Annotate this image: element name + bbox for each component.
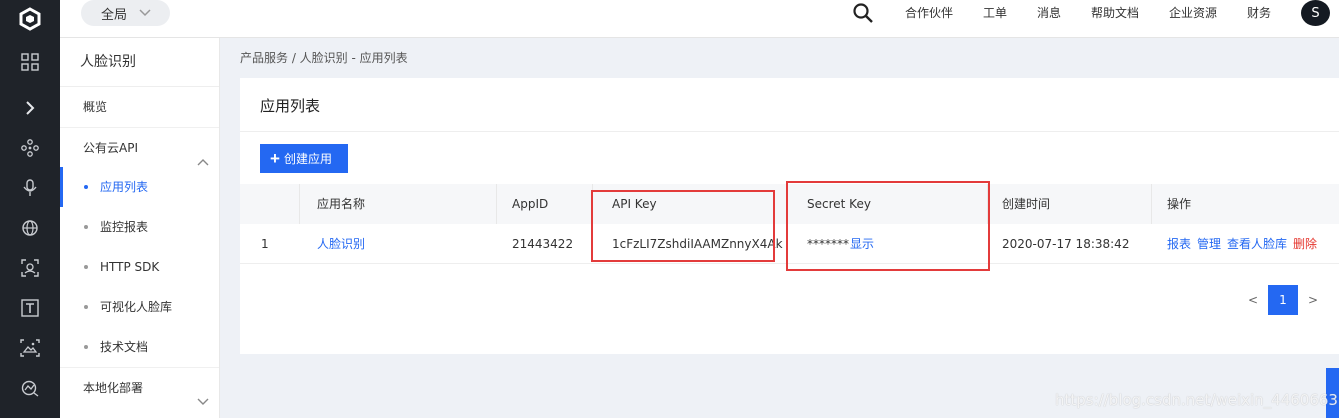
bullet-icon [84, 345, 88, 349]
api-key-value: 1cFzLI7ZshdiIAAMZnnyX4Ak [612, 237, 783, 251]
row-index: 1 [261, 237, 269, 251]
divider [240, 131, 1339, 132]
view-face-library-link[interactable]: 查看人脸库 [1227, 237, 1287, 251]
face-scan-icon[interactable] [0, 248, 60, 288]
table-row: 1 人脸识别 21443422 1cFzLI7ZshdiIAAMZnnyX4Ak… [240, 224, 1339, 264]
icon-rail [0, 38, 60, 418]
column-header-appid: AppID [512, 197, 549, 211]
pagination-prev[interactable]: < [1243, 285, 1263, 315]
app-id-value: 21443422 [512, 237, 574, 251]
column-header-created: 创建时间 [1002, 197, 1051, 211]
table-header: 应用名称 AppID API Key Secret Key 创建时间 操作 [240, 184, 1339, 224]
app-name-link[interactable]: 人脸识别 [317, 224, 365, 264]
grid-icon[interactable] [0, 42, 60, 82]
secret-key-masked: ******* [807, 237, 849, 251]
sidebar-group-local-deploy[interactable]: 本地化部署 [60, 367, 219, 407]
column-divider [787, 184, 788, 224]
breadcrumb: 产品服务 / 人脸识别 - 应用列表 [240, 51, 408, 65]
sidebar-item-app-list[interactable]: 应用列表 [60, 167, 219, 207]
bullet-icon [84, 265, 88, 269]
top-bar: 全局 合作伙伴 工单 消息 帮助文档 企业资源 财务 S [0, 0, 1339, 38]
show-secret-link[interactable]: 显示 [850, 224, 874, 264]
nav-messages[interactable]: 消息 [1037, 4, 1061, 21]
sidebar-group-public-api[interactable]: 公有云API [60, 127, 219, 167]
pagination-page-1[interactable]: 1 [1268, 285, 1298, 315]
page-title: 应用列表 [260, 97, 321, 115]
create-app-button[interactable]: + 创建应用 [260, 144, 348, 173]
watermark: https://blog.csdn.net/weixin_44606638 [1055, 391, 1339, 409]
sidebar-group-label: 本地化部署 [83, 381, 144, 395]
nav-partners[interactable]: 合作伙伴 [905, 4, 953, 21]
search-icon[interactable] [852, 2, 874, 24]
nav-enterprise-resources[interactable]: 企业资源 [1169, 4, 1217, 21]
analytics-icon[interactable] [0, 368, 60, 408]
pagination-next[interactable]: > [1303, 285, 1323, 315]
sidebar-item-label: HTTP SDK [100, 260, 160, 274]
column-divider [299, 184, 300, 224]
bullet-icon [84, 305, 88, 309]
expand-icon[interactable] [0, 88, 60, 128]
sidebar-item-label: 可视化人脸库 [100, 300, 173, 314]
bullet-icon [84, 225, 88, 229]
create-app-label: 创建应用 [283, 152, 332, 166]
sidebar-item-label: 应用列表 [100, 180, 149, 194]
column-header-actions: 操作 [1167, 197, 1192, 211]
product-sidebar: 人脸识别 概览 公有云API 应用列表 监控报表 HTTP SDK 可视化人脸库… [60, 38, 220, 418]
globe-icon[interactable] [0, 208, 60, 248]
sidebar-title: 人脸识别 [60, 38, 219, 87]
app-list-panel: 应用列表 + 创建应用 应用名称 AppID API Key Secret Ke… [240, 78, 1339, 354]
region-label: 全局 [101, 7, 128, 23]
cluster-icon[interactable] [0, 128, 60, 168]
manage-link[interactable]: 管理 [1197, 237, 1221, 251]
nav-tickets[interactable]: 工单 [983, 4, 1007, 21]
avatar[interactable]: S [1301, 0, 1330, 26]
nav-finance[interactable]: 财务 [1247, 4, 1271, 21]
report-link[interactable]: 报表 [1167, 237, 1191, 251]
nav-help-docs[interactable]: 帮助文档 [1091, 4, 1139, 21]
column-header-api-key: API Key [612, 197, 657, 211]
region-selector[interactable]: 全局 [81, 0, 170, 26]
column-divider [987, 184, 988, 224]
column-divider [496, 184, 497, 224]
text-recognition-icon[interactable] [0, 288, 60, 328]
delete-link[interactable]: 删除 [1293, 237, 1317, 251]
plus-icon: + [270, 149, 280, 168]
sidebar-item-http-sdk[interactable]: HTTP SDK [60, 247, 219, 287]
sidebar-item-label: 监控报表 [100, 220, 149, 234]
chevron-down-icon [197, 382, 209, 418]
sidebar-item-label: 技术文档 [100, 340, 149, 354]
microphone-icon[interactable] [0, 168, 60, 208]
image-recognition-icon[interactable] [0, 328, 60, 368]
column-divider [592, 184, 593, 224]
sidebar-item-overview[interactable]: 概览 [60, 87, 219, 127]
cloud-logo-icon[interactable] [0, 0, 60, 38]
sidebar-item-label: 概览 [83, 100, 108, 114]
sidebar-item-tech-docs[interactable]: 技术文档 [60, 327, 219, 367]
sidebar-item-monitoring[interactable]: 监控报表 [60, 207, 219, 247]
sidebar-item-face-library[interactable]: 可视化人脸库 [60, 287, 219, 327]
column-divider [1151, 184, 1152, 224]
row-actions: 报表 管理 查看人脸库 删除 [1167, 224, 1317, 264]
chevron-down-icon [139, 6, 151, 21]
column-header-secret-key: Secret Key [807, 197, 871, 211]
created-time-value: 2020-07-17 18:38:42 [1002, 237, 1130, 251]
sidebar-group-label: 公有云API [83, 141, 138, 155]
bullet-icon [84, 185, 88, 189]
column-header-name: 应用名称 [317, 197, 366, 211]
